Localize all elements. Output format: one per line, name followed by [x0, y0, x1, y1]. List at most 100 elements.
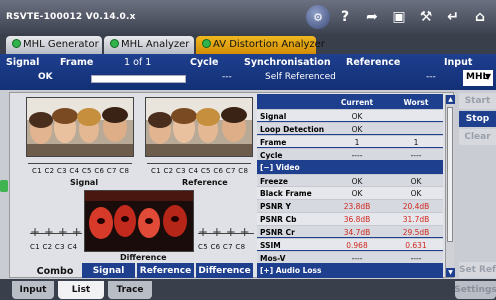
status-dot-icon: [12, 39, 21, 48]
metric-current-value: ----: [351, 150, 363, 160]
difference-caption: Difference: [120, 253, 167, 262]
metric-name: [+] Audio Loss: [260, 265, 322, 275]
metric-current-value: OK: [351, 176, 363, 186]
title-bar: RSVTE-100012 V0.14.0.x ⚙ ? ➦ ▣ ⚒ ↵ ⌂: [0, 0, 496, 34]
help-icon[interactable]: ?: [333, 5, 357, 29]
plus-icon: + + + +: [30, 225, 82, 239]
worst-column-header: Worst: [403, 98, 429, 107]
sync-value: Self Referenced: [265, 72, 336, 82]
tab-mhl-generator[interactable]: MHL Generator: [6, 36, 102, 54]
metric-current-value: 1: [354, 137, 360, 147]
difference-image[interactable]: [84, 190, 194, 252]
sync-label: Synchronisation: [244, 57, 331, 68]
table-row: SSIM 0.968 0.631: [257, 238, 443, 251]
scroll-down-icon[interactable]: ▼: [446, 268, 455, 277]
metric-current-value: OK: [351, 189, 363, 199]
start-button[interactable]: Start: [459, 93, 496, 109]
table-row: Signal OK: [257, 109, 443, 122]
table-row: Frame 1 1: [257, 134, 443, 148]
table-row: Mos-V ---- ----: [257, 250, 443, 264]
metric-name: SSIM: [260, 241, 281, 250]
difference-view-button[interactable]: Difference: [196, 263, 253, 278]
metric-worst-value: 29.5dB: [402, 228, 430, 238]
signal-channels: C1 C2 C3 C4 C5 C6 C7 C8: [32, 167, 130, 175]
frame-progress-bar: [91, 75, 186, 83]
input-select[interactable]: MHL ▼: [463, 70, 493, 86]
table-row: Freeze OK OK: [257, 173, 443, 186]
signal-view-button[interactable]: Signal: [82, 263, 135, 278]
status-bar: Signal OK Frame 1 of 1 Cycle --- Synchro…: [0, 54, 496, 90]
wrench-icon[interactable]: ⚒: [414, 5, 438, 29]
cycle-label: Cycle: [190, 57, 219, 68]
channel-divider: [147, 163, 251, 164]
forward-icon[interactable]: ➦: [360, 5, 384, 29]
reference-view-button[interactable]: Reference: [137, 263, 194, 278]
reference-image[interactable]: [145, 97, 253, 157]
reference-label: Reference: [346, 57, 401, 68]
table-section-row[interactable]: [+] Audio Loss: [257, 263, 443, 277]
metric-worst-value: ----: [410, 150, 422, 160]
metric-name: PSNR Cb: [260, 215, 297, 225]
signal-image[interactable]: [26, 97, 134, 157]
frame-label: Frame: [60, 57, 94, 68]
metric-current-value: 34.7dB: [343, 228, 371, 238]
metric-name: Black Frame: [260, 189, 312, 199]
scroll-thumb[interactable]: [447, 107, 453, 242]
reference-value: ---: [426, 72, 436, 82]
table-row: PSNR Cb 36.8dB 31.7dB: [257, 212, 443, 225]
metric-worst-value: 1: [413, 137, 419, 147]
home-icon[interactable]: ⌂: [468, 5, 492, 29]
settings-button[interactable]: Settings: [454, 281, 496, 299]
toolbar: ⚙ ? ➦ ▣ ⚒ ↵ ⌂: [306, 5, 492, 29]
tab-mhl-analyzer[interactable]: MHL Analyzer: [104, 36, 194, 54]
metric-name: Frame: [260, 137, 287, 147]
metric-current-value: ----: [351, 253, 363, 263]
metrics-table: Current Worst Signal OK Loop Detection OK Fr…: [257, 94, 443, 278]
tab-trace[interactable]: Trace: [108, 281, 152, 299]
metric-worst-value: 31.7dB: [402, 215, 430, 225]
metric-worst-value: ----: [410, 253, 422, 263]
save-icon[interactable]: ▣: [387, 5, 411, 29]
return-icon[interactable]: ↵: [441, 5, 465, 29]
metric-name: Mos-V: [260, 253, 286, 263]
status-dot-icon: [110, 39, 119, 48]
tab-list[interactable]: List: [58, 281, 104, 299]
set-ref-button[interactable]: Set Ref: [459, 262, 496, 278]
globe-icon[interactable]: ⚙: [306, 5, 330, 29]
metric-name: [−] Video: [260, 162, 300, 172]
expand-handle[interactable]: [0, 180, 8, 192]
clear-button[interactable]: Clear: [459, 129, 496, 145]
tab-av-distortion-analyzer[interactable]: AV Distortion Analyzer: [196, 36, 325, 54]
table-row: Loop Detection OK: [257, 121, 443, 135]
scroll-up-icon[interactable]: ▲: [446, 95, 455, 104]
analyzer-tabs: MHL Generator MHL Analyzer AV Distortion…: [0, 34, 496, 54]
tab-label: MHL Generator: [23, 39, 99, 50]
tab-label: MHL Analyzer: [121, 39, 190, 50]
stop-button[interactable]: Stop: [459, 111, 496, 127]
input-label: Input: [444, 57, 473, 68]
metric-worst-value: 0.631: [405, 241, 427, 250]
signal-value: OK: [38, 72, 53, 82]
metric-current-value: 0.968: [346, 241, 368, 250]
metric-name: Loop Detection: [260, 124, 325, 134]
signal-label: Signal: [6, 57, 40, 68]
table-row: Cycle ---- ----: [257, 147, 443, 161]
plus-icon: + + + +: [198, 225, 250, 239]
channel-divider: [28, 163, 132, 164]
table-row: Black Frame OK OK: [257, 186, 443, 199]
metric-name: PSNR Y: [260, 202, 291, 212]
signal-caption: Signal: [70, 178, 99, 187]
frame-value: 1 of 1: [124, 57, 152, 68]
analysis-panel: C1 C2 C3 C4 C5 C6 C7 C8 Signal C1 C2 C3 …: [9, 92, 455, 278]
metric-current-value: 36.8dB: [343, 215, 371, 225]
metric-worst-value: OK: [410, 189, 422, 199]
metric-name: Signal: [260, 112, 287, 121]
current-column-header: Current: [340, 98, 374, 107]
tab-input[interactable]: Input: [12, 281, 54, 299]
bottom-tabs: Input List Trace Settings: [0, 279, 496, 300]
table-row: PSNR Cr 34.7dB 29.5dB: [257, 225, 443, 238]
cycle-value: ---: [222, 72, 232, 82]
table-section-row[interactable]: [−] Video: [257, 160, 443, 173]
table-scrollbar[interactable]: ▲ ▼: [445, 95, 455, 277]
table-header: Current Worst: [257, 96, 443, 108]
